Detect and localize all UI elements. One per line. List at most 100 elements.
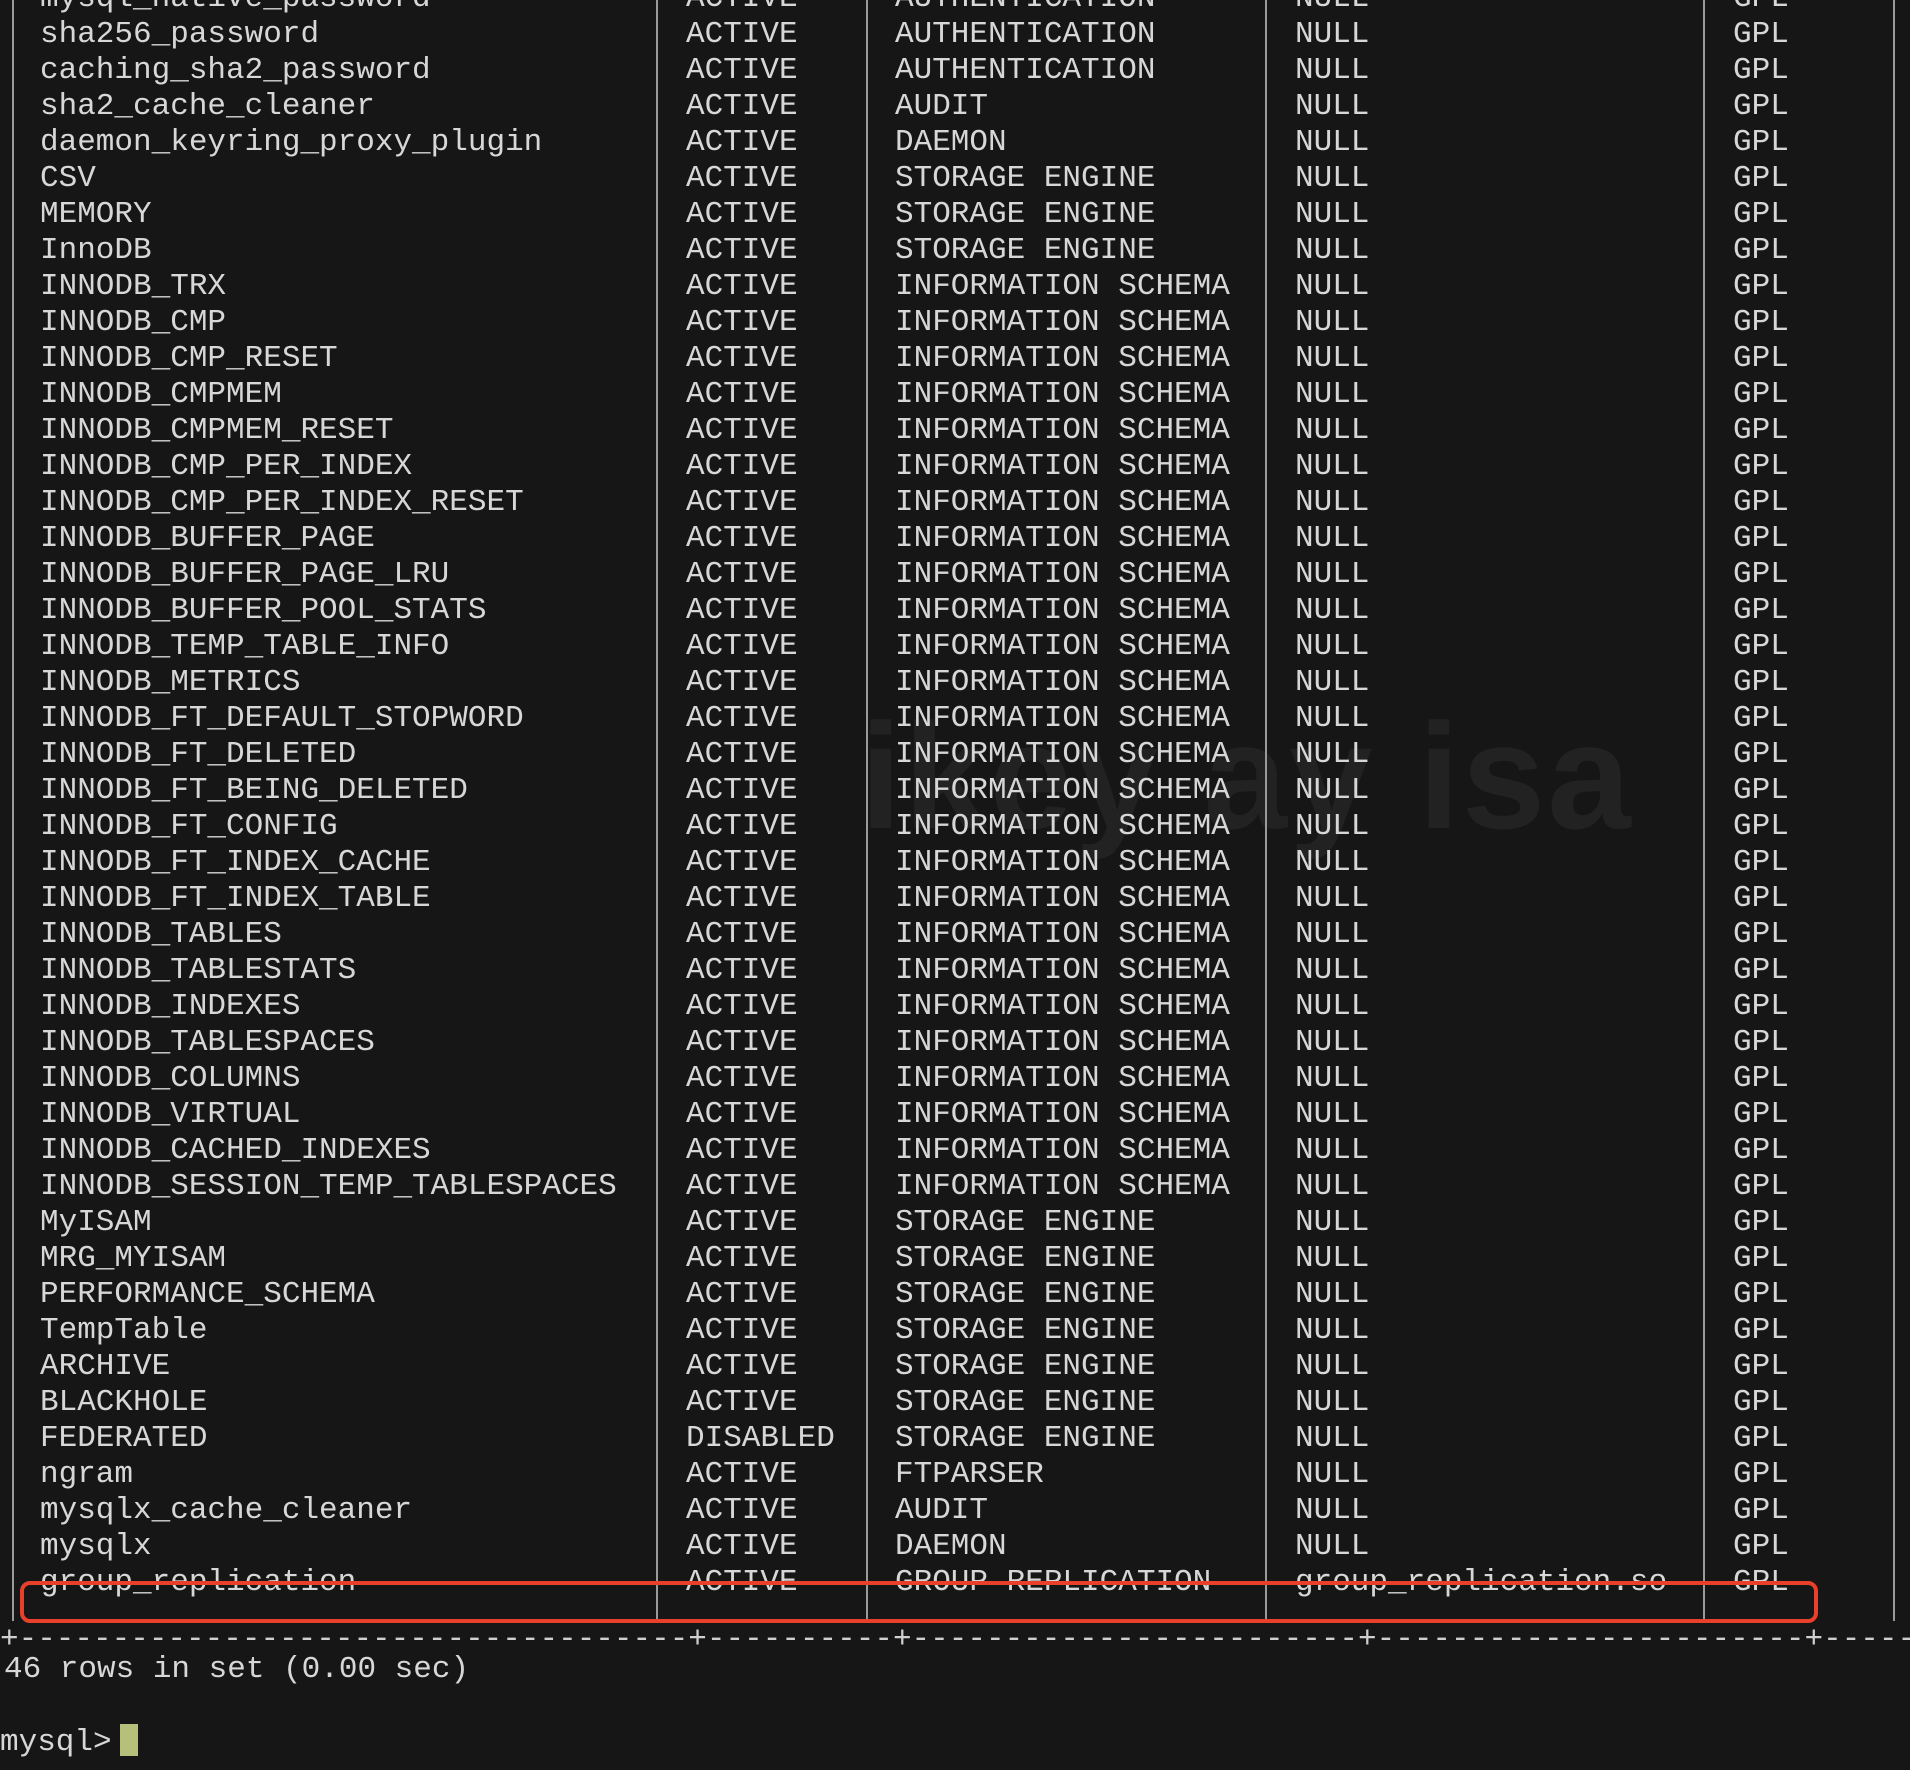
plugin-name-cell: INNODB_CMP_PER_INDEX [40,449,413,484]
plugin-type-cell: INFORMATION SCHEMA [895,773,1230,808]
plugin-type-cell: STORAGE ENGINE [895,1313,1156,1348]
plugin-name-cell: TempTable [40,1313,208,1348]
plugin-type-cell: INFORMATION SCHEMA [895,629,1230,664]
plugin-type-cell: INFORMATION SCHEMA [895,1061,1230,1096]
plugin-library-cell: NULL [1295,53,1370,88]
plugin-name-cell: INNODB_BUFFER_POOL_STATS [40,593,487,628]
plugin-license-cell: GPL [1733,881,1789,916]
plugin-name-cell: INNODB_COLUMNS [40,1061,301,1096]
plugin-license-cell: GPL [1733,1061,1789,1096]
plugin-name-cell: daemon_keyring_proxy_plugin [40,125,543,160]
plugin-name-cell: INNODB_TABLES [40,917,282,952]
table-row: INNODB_CMP_PER_INDEX_RESET ACTIVE INFORMAT… [0,485,1910,521]
plugin-license-cell: GPL [1733,1457,1789,1492]
plugin-name-cell: INNODB_FT_CONFIG [40,809,338,844]
plugin-type-cell: INFORMATION SCHEMA [895,413,1230,448]
plugin-status-cell: ACTIVE [686,1277,798,1312]
plugin-type-cell: FTPARSER [895,1457,1044,1492]
plugin-name-cell: INNODB_CMPMEM [40,377,282,412]
plugin-status-cell: ACTIVE [686,485,798,520]
command-prompt[interactable]: mysql> [0,1724,138,1761]
plugin-type-cell: INFORMATION SCHEMA [895,917,1230,952]
plugin-license-cell: GPL [1733,989,1789,1024]
table-row: CSV ACTIVE STORAGE ENGINE NULL GPL [0,161,1910,197]
plugin-type-cell: INFORMATION SCHEMA [895,845,1230,880]
plugin-name-cell: MyISAM [40,1205,152,1240]
plugin-library-cell: NULL [1295,881,1370,916]
plugin-name-cell: MRG_MYISAM [40,1241,227,1276]
table-row: INNODB_BUFFER_POOL_STATS ACTIVE INFORMATIO… [0,593,1910,629]
plugin-library-cell: NULL [1295,845,1370,880]
plugin-status-cell: ACTIVE [686,917,798,952]
plugin-library-cell: NULL [1295,305,1370,340]
plugin-status-cell: ACTIVE [686,161,798,196]
plugin-type-cell: STORAGE ENGINE [895,1277,1156,1312]
plugin-library-cell: NULL [1295,701,1370,736]
plugin-license-cell: GPL [1733,1529,1789,1564]
plugin-name-cell: mysql_native_password [40,0,431,17]
plugin-library-cell: NULL [1295,1349,1370,1384]
table-row: INNODB_CMPMEM_RESET ACTIVE INFORMATION SCH… [0,413,1910,449]
plugin-library-cell: NULL [1295,773,1370,808]
plugin-license-cell: GPL [1733,449,1789,484]
plugin-name-cell: sha256_password [40,17,320,52]
plugin-library-cell: NULL [1295,1241,1370,1276]
plugin-license-cell: GPL [1733,89,1789,124]
plugin-status-cell: DISABLED [686,1421,835,1456]
highlight-box-group-replication [20,1581,1818,1623]
table-row: INNODB_CMP_PER_INDEX ACTIVE INFORMATION SC… [0,449,1910,485]
table-row: sha2_cache_cleaner ACTIVE AUDIT NULL GPL [0,89,1910,125]
plugin-name-cell: INNODB_FT_BEING_DELETED [40,773,468,808]
query-summary: 46 rows in set (0.00 sec) [4,1652,470,1687]
table-row: TempTable ACTIVE STORAGE ENGINE NULL GPL [0,1313,1910,1349]
plugin-status-cell: ACTIVE [686,1457,798,1492]
table-row: INNODB_TRX ACTIVE INFORMATION SCHEMA NULL GP… [0,269,1910,305]
plugin-type-cell: INFORMATION SCHEMA [895,989,1230,1024]
plugin-name-cell: INNODB_VIRTUAL [40,1097,301,1132]
plugin-library-cell: NULL [1295,1133,1370,1168]
plugin-name-cell: INNODB_FT_INDEX_CACHE [40,845,431,880]
plugin-status-cell: ACTIVE [686,809,798,844]
plugin-license-cell: GPL [1733,197,1789,232]
plugin-license-cell: GPL [1733,1097,1789,1132]
table-row: daemon_keyring_proxy_plugin ACTIVE DAEMON N… [0,125,1910,161]
plugin-library-cell: NULL [1295,917,1370,952]
terminal-window[interactable]: ikey ay isa mysql_native_passwordACTIVEA… [0,0,1910,1770]
plugin-status-cell: ACTIVE [686,269,798,304]
plugin-library-cell: NULL [1295,197,1370,232]
table-row: INNODB_FT_DEFAULT_STOPWORD ACTIVE INFORMAT… [0,701,1910,737]
plugin-library-cell: NULL [1295,1421,1370,1456]
plugin-status-cell: ACTIVE [686,701,798,736]
plugin-license-cell: GPL [1733,701,1789,736]
table-row: ngram ACTIVE FTPARSER NULL GPL [0,1457,1910,1493]
plugin-library-cell: NULL [1295,629,1370,664]
prompt-label: mysql> [0,1725,112,1760]
plugin-status-cell: ACTIVE [686,737,798,772]
plugin-status-cell: ACTIVE [686,1493,798,1528]
plugin-type-cell: AUTHENTICATION [895,53,1156,88]
plugin-type-cell: INFORMATION SCHEMA [895,341,1230,376]
plugin-library-cell: NULL [1295,1205,1370,1240]
plugin-type-cell: INFORMATION SCHEMA [895,1025,1230,1060]
plugin-status-cell: ACTIVE [686,1241,798,1276]
plugin-name-cell: INNODB_SESSION_TEMP_TABLESPACES [40,1169,617,1204]
plugin-license-cell: GPL [1733,1349,1789,1384]
plugin-type-cell: AUTHENTICATION [895,0,1155,17]
plugin-status-cell: ACTIVE [686,989,798,1024]
plugin-license-cell: GPL [1733,1241,1789,1276]
table-row: INNODB_TEMP_TABLE_INFO ACTIVE INFORMATION … [0,629,1910,665]
table-row: INNODB_TABLESTATS ACTIVE INFORMATION SCHEM… [0,953,1910,989]
plugin-name-cell: PERFORMANCE_SCHEMA [40,1277,375,1312]
plugin-license-cell: GPL [1733,1493,1789,1528]
plugin-status-cell: ACTIVE [686,53,798,88]
plugin-name-cell: CSV [40,161,96,196]
plugin-status-cell: ACTIVE [686,341,798,376]
plugin-name-cell: InnoDB [40,233,152,268]
plugin-library-cell: NULL [1295,1529,1370,1564]
plugin-status-cell: ACTIVE [686,629,798,664]
plugin-status-cell: ACTIVE [686,377,798,412]
plugin-license-cell: GPL [1733,1421,1789,1456]
plugin-library-cell: NULL [1295,1061,1370,1096]
plugin-status-cell: ACTIVE [686,197,798,232]
plugin-name-cell: caching_sha2_password [40,53,431,88]
